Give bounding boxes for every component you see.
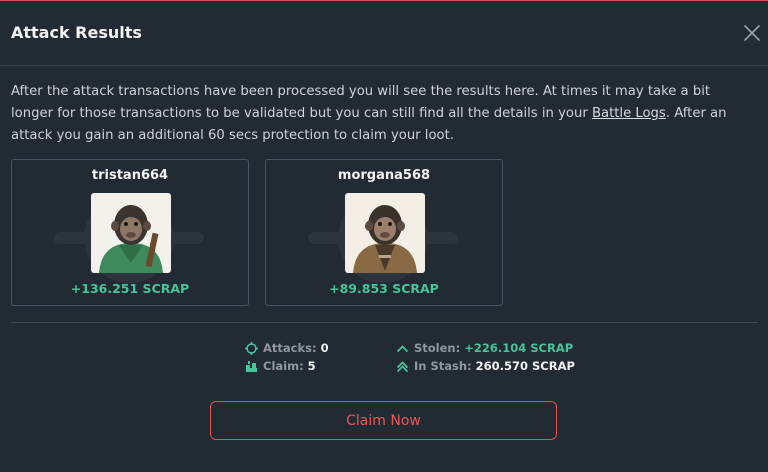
attacks-stat: Attacks: 0 [245,341,329,355]
close-icon[interactable] [742,23,762,43]
battle-logs-link[interactable]: Battle Logs [592,106,666,121]
chevron-up-icon [397,344,408,352]
claim-label: Claim: [263,359,304,373]
attack-results-modal: Attack Results After the attack transact… [0,0,768,472]
claim-value: 5 [307,359,316,373]
description: After the attack transactions have been … [11,81,756,147]
ape-avatar [345,193,425,273]
scrap-gain: +136.251 SCRAP [70,281,190,296]
stolen-label: Stolen: [414,341,461,355]
coins-stack-icon [246,360,257,372]
modal-title: Attack Results [11,23,142,42]
player-card: morgana568 +89.853 SCRAP [265,159,503,306]
stolen-value: +226.104 SCRAP [464,341,574,355]
modal-header: Attack Results [0,1,768,66]
claim-stat: Claim: 5 [245,359,316,373]
stash-label: In Stash: [414,359,472,373]
stash-value: 260.570 SCRAP [475,359,575,373]
divider [11,322,758,323]
attacks-value: 0 [320,341,329,355]
claim-now-button[interactable]: Claim Now [210,401,557,440]
ape-avatar [91,193,171,273]
player-name: morgana568 [337,168,431,183]
player-card: tristan664 +136.251 SCRAP [11,159,249,306]
double-chevron-up-icon [397,360,408,372]
scrap-gain: +89.853 SCRAP [329,281,439,296]
attacks-label: Attacks: [263,341,317,355]
crosshair-icon [245,341,258,355]
stolen-stat: Stolen: +226.104 SCRAP [396,341,573,355]
stash-stat: In Stash: 260.570 SCRAP [396,359,575,373]
player-name: tristan664 [91,168,169,183]
